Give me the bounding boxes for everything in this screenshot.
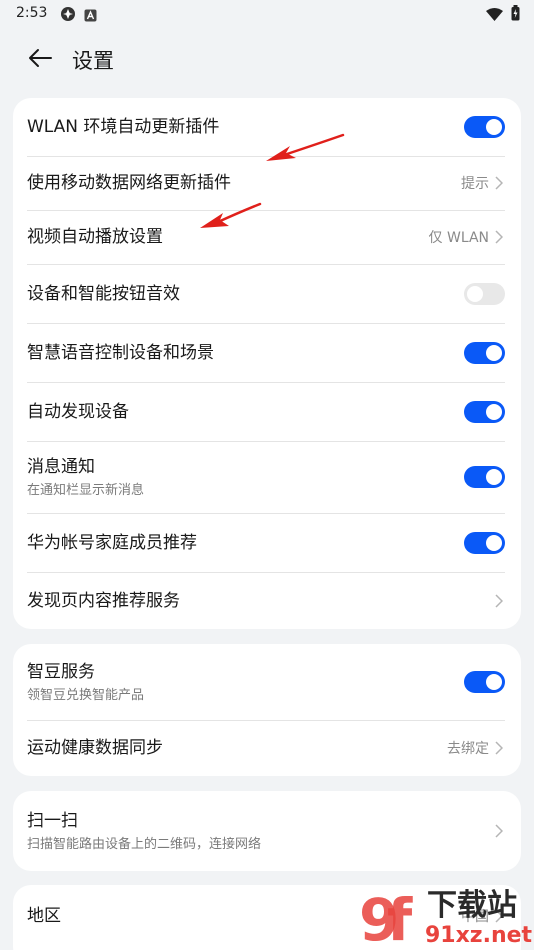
watermark-text-top: 下载站	[427, 888, 517, 923]
row-title: 自动发现设备	[27, 401, 129, 422]
button-sound-row[interactable]: 设备和智能按钮音效	[13, 264, 521, 323]
svg-text:f: f	[387, 886, 413, 950]
chevron-right-icon	[493, 593, 505, 608]
notification-a-icon	[84, 7, 97, 26]
row-title: 消息通知	[27, 456, 95, 477]
row-title: 智慧语音控制设备和场景	[27, 342, 214, 363]
row-title: 设备和智能按钮音效	[27, 283, 180, 304]
row-subtitle: 在通知栏显示新消息	[27, 482, 145, 498]
row-title: 使用移动数据网络更新插件	[27, 173, 231, 193]
smart-bean-row[interactable]: 智豆服务 领智豆兑换智能产品	[13, 644, 521, 720]
scan-row[interactable]: 扫一扫 扫描智能路由设备上的二维码，连接网络	[13, 791, 521, 871]
message-notification-row[interactable]: 消息通知 在通知栏显示新消息	[13, 441, 521, 513]
video-autoplay-row[interactable]: 视频自动播放设置 仅 WLAN	[13, 210, 521, 264]
status-time: 2:53	[16, 5, 48, 21]
row-value: 提示	[461, 176, 489, 192]
row-title: WLAN 环境自动更新插件	[27, 117, 220, 137]
family-member-recommend-row[interactable]: 华为帐号家庭成员推荐	[13, 513, 521, 572]
content-recommend-row[interactable]: 发现页内容推荐服务	[13, 572, 521, 629]
row-title: 发现页内容推荐服务	[27, 590, 180, 611]
wlan-auto-update-toggle[interactable]	[464, 116, 505, 138]
button-sound-toggle[interactable]	[464, 282, 505, 305]
back-arrow-icon	[28, 48, 52, 72]
chevron-right-icon	[493, 741, 505, 755]
wifi-icon	[486, 6, 503, 25]
voice-control-toggle[interactable]	[464, 341, 505, 364]
voice-control-row[interactable]: 智慧语音控制设备和场景	[13, 323, 521, 382]
row-title: 视频自动播放设置	[27, 227, 163, 247]
row-title: 运动健康数据同步	[27, 738, 163, 758]
settings-group-scan: 扫一扫 扫描智能路由设备上的二维码，连接网络	[13, 791, 521, 871]
auto-discover-toggle[interactable]	[464, 400, 505, 423]
watermark-text-bottom: 91xz.net	[425, 923, 532, 948]
health-sync-row[interactable]: 运动健康数据同步 去绑定	[13, 720, 521, 776]
row-title: 华为帐号家庭成员推荐	[27, 532, 197, 553]
row-value: 仅 WLAN	[428, 230, 489, 246]
smart-bean-toggle[interactable]	[464, 671, 505, 693]
mobile-data-update-row[interactable]: 使用移动数据网络更新插件 提示	[13, 156, 521, 210]
chevron-right-icon	[493, 230, 505, 244]
battery-icon	[511, 5, 520, 25]
row-title: 智豆服务	[27, 661, 95, 682]
huawei-app-icon	[60, 6, 76, 26]
message-notification-toggle[interactable]	[464, 466, 505, 488]
status-bar: 2:53	[0, 0, 534, 28]
row-subtitle: 扫描智能路由设备上的二维码，连接网络	[27, 836, 262, 852]
site-watermark: 9 f 下载站 91xz.net	[357, 880, 533, 950]
row-subtitle: 领智豆兑换智能产品	[27, 687, 145, 703]
page-title: 设置	[72, 49, 114, 73]
back-button[interactable]	[24, 44, 56, 76]
wlan-auto-update-row[interactable]: WLAN 环境自动更新插件	[13, 98, 521, 156]
settings-group-services: 智豆服务 领智豆兑换智能产品 运动健康数据同步 去绑定	[13, 644, 521, 776]
app-header: 设置	[0, 36, 534, 82]
settings-group-general: WLAN 环境自动更新插件 使用移动数据网络更新插件 提示 视频自动播放设置 仅…	[13, 98, 521, 629]
chevron-right-icon	[493, 824, 505, 838]
row-value: 去绑定	[447, 741, 489, 757]
auto-discover-row[interactable]: 自动发现设备	[13, 382, 521, 441]
family-member-recommend-toggle[interactable]	[464, 531, 505, 554]
chevron-right-icon	[493, 176, 505, 190]
watermark-logo-icon: 9 f 下载站 91xz.net	[359, 886, 533, 950]
row-title: 扫一扫	[27, 810, 78, 831]
